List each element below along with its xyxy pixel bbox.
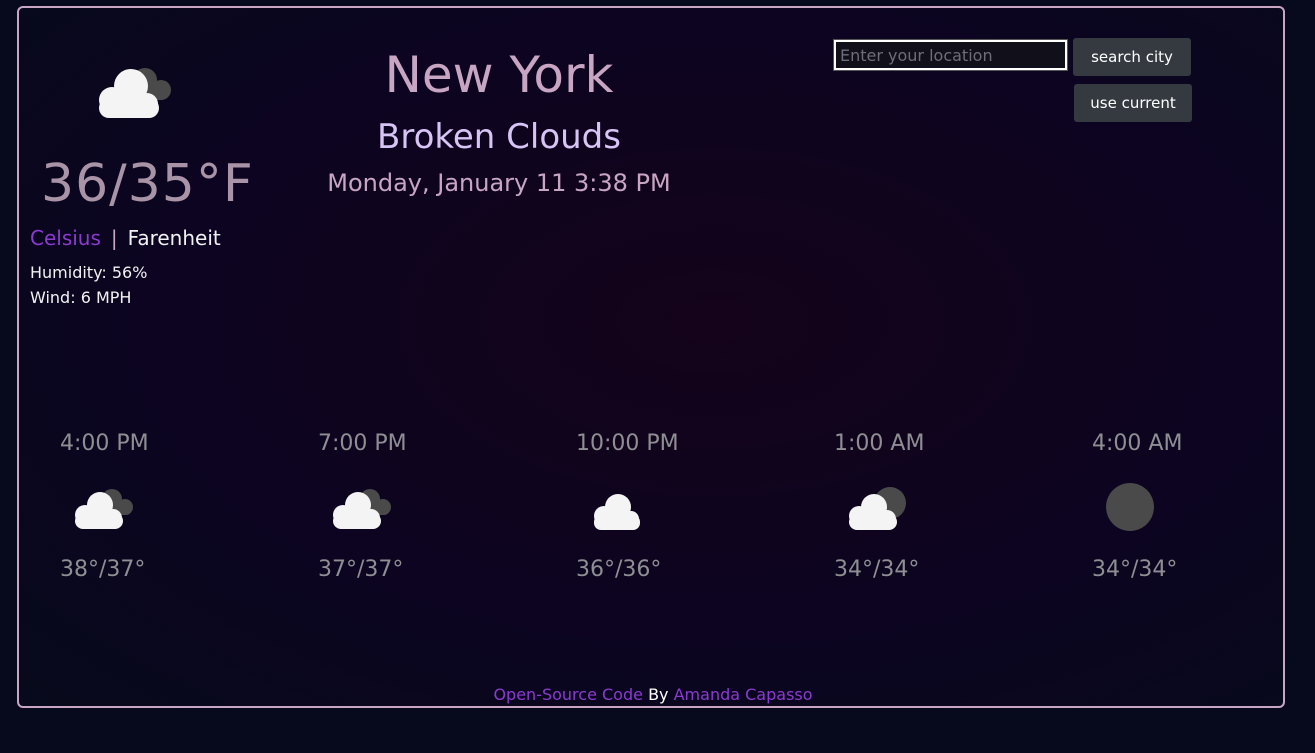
- open-source-code-link[interactable]: Open-Source Code: [493, 685, 643, 704]
- forecast-item: 4:00 AM 34°/34°: [1092, 433, 1292, 581]
- current-datetime: Monday, January 11 3:38 PM: [327, 169, 671, 197]
- forecast-time: 10:00 PM: [576, 431, 679, 456]
- weather-app-frame: 36/35°F Celsius | Farenheit Humidity: 56% …: [17, 6, 1285, 708]
- footer-by-text: By: [648, 685, 669, 704]
- location-search-input[interactable]: [833, 39, 1068, 71]
- unit-separator: |: [110, 226, 118, 250]
- forecast-temps: 34°/34°: [1092, 557, 1178, 582]
- fahrenheit-link[interactable]: Farenheit: [128, 226, 221, 250]
- clear-night-moon-icon: [1106, 483, 1154, 531]
- celsius-link[interactable]: Celsius: [30, 226, 101, 250]
- broken-clouds-icon: [75, 489, 133, 529]
- forecast-time: 4:00 PM: [60, 431, 149, 456]
- broken-clouds-icon: [333, 489, 391, 529]
- forecast-item: 1:00 AM 34°/34°: [834, 433, 1034, 581]
- weather-description: Broken Clouds: [377, 117, 621, 157]
- author-link[interactable]: Amanda Capasso: [674, 685, 813, 704]
- current-temperature: 36/35°F: [41, 154, 254, 214]
- forecast-temps: 34°/34°: [834, 557, 920, 582]
- forecast-item: 4:00 PM 38°/37°: [60, 433, 260, 581]
- partly-cloudy-night-icon: [849, 487, 906, 530]
- cloud-icon: [594, 494, 640, 530]
- forecast-item: 10:00 PM 36°/36°: [576, 433, 776, 581]
- city-name: New York: [384, 46, 614, 104]
- forecast-time: 1:00 AM: [834, 431, 925, 456]
- unit-toggle: Celsius | Farenheit: [30, 228, 221, 248]
- use-current-location-button[interactable]: use current: [1074, 84, 1192, 122]
- weather-details: Humidity: 56% Wind: 6 MPH: [30, 260, 147, 310]
- forecast-item: 7:00 PM 37°/37°: [318, 433, 518, 581]
- humidity-text: Humidity: 56%: [30, 263, 148, 282]
- forecast-time: 4:00 AM: [1092, 431, 1183, 456]
- forecast-time: 7:00 PM: [318, 431, 407, 456]
- forecast-temps: 37°/37°: [318, 557, 404, 582]
- search-city-button[interactable]: search city: [1073, 38, 1191, 76]
- footer: Open-Source Code By Amanda Capasso: [19, 687, 1287, 703]
- wind-text: Wind: 6 MPH: [30, 288, 132, 307]
- forecast-temps: 36°/36°: [576, 557, 662, 582]
- forecast-temps: 38°/37°: [60, 557, 146, 582]
- broken-clouds-icon: [99, 68, 171, 118]
